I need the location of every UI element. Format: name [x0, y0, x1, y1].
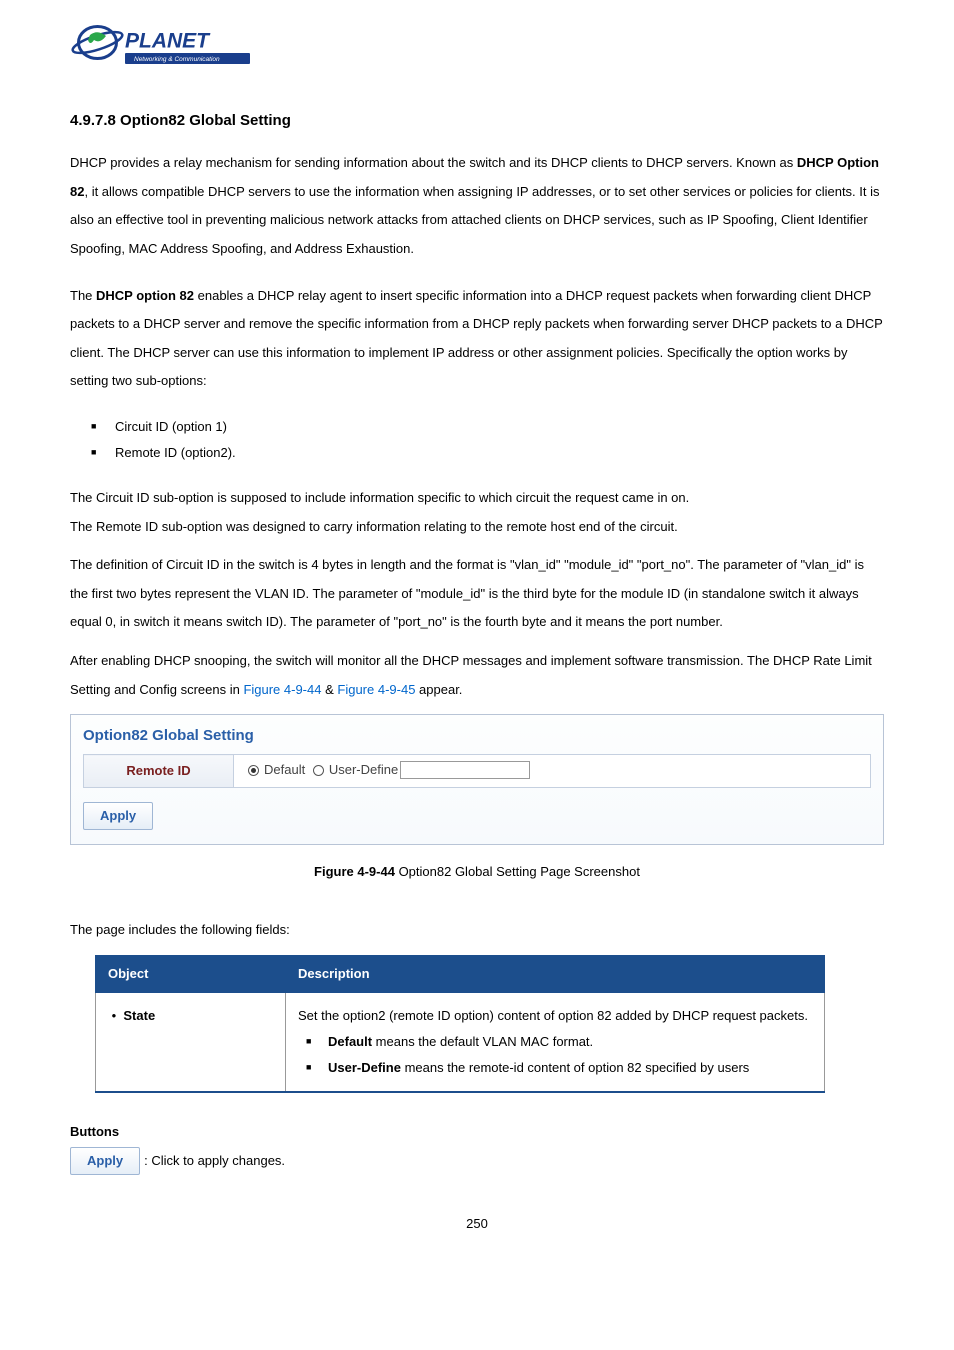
description-table: Object Description • State Set the optio… — [95, 955, 825, 1092]
figure-link-1[interactable]: Figure 4-9-44 — [243, 682, 321, 697]
brand-logo: PLANET Networking & Communication — [70, 20, 884, 80]
section-number: 4.9.7.8 — [70, 112, 116, 129]
remote-id-value-cell: Default User-Define — [234, 755, 871, 788]
panel-title: Option82 Global Setting — [83, 725, 871, 746]
user-define-input[interactable] — [400, 761, 530, 779]
apply-button[interactable]: Apply — [83, 802, 153, 830]
sub-option-list: Circuit ID (option 1) Remote ID (option2… — [70, 414, 884, 466]
page-number: 250 — [70, 1215, 884, 1233]
radio-user-define[interactable] — [313, 765, 324, 776]
buttons-heading: Buttons — [70, 1123, 884, 1141]
apply-button-description: : Click to apply changes. — [144, 1152, 285, 1170]
svg-text:PLANET: PLANET — [125, 30, 211, 53]
fields-intro: The page includes the following fields: — [70, 921, 884, 939]
object-cell: • State — [96, 992, 286, 1092]
list-item: Circuit ID (option 1) — [115, 414, 884, 440]
buttons-row: Apply : Click to apply changes. — [70, 1147, 884, 1175]
planet-logo-icon: PLANET Networking & Communication — [70, 20, 260, 75]
intro-paragraph-1: DHCP provides a relay mechanism for send… — [70, 149, 884, 263]
option82-panel: Option82 Global Setting Remote ID Defaul… — [70, 714, 884, 845]
remote-id-paragraph: The Remote ID sub-option was designed to… — [70, 513, 884, 542]
section-title-text: Option82 Global Setting — [120, 112, 291, 129]
apply-button-sample[interactable]: Apply — [70, 1147, 140, 1175]
description-cell: Set the option2 (remote ID option) conte… — [286, 992, 825, 1092]
section-heading: 4.9.7.8 Option82 Global Setting — [70, 110, 884, 131]
radio-default-label: Default — [264, 761, 305, 779]
remote-id-label: Remote ID — [84, 755, 234, 788]
snooping-paragraph: After enabling DHCP snooping, the switch… — [70, 647, 884, 704]
radio-userdef-label: User-Define — [329, 761, 398, 779]
radio-default[interactable] — [248, 765, 259, 776]
circuit-id-paragraph: The Circuit ID sub-option is supposed to… — [70, 484, 884, 513]
col-header-object: Object — [96, 956, 286, 992]
intro-paragraph-2: The DHCP option 82 enables a DHCP relay … — [70, 282, 884, 396]
svg-text:Networking & Communication: Networking & Communication — [134, 56, 220, 63]
list-item: Remote ID (option2). — [115, 440, 884, 466]
panel-table: Remote ID Default User-Define — [83, 754, 871, 788]
col-header-description: Description — [286, 956, 825, 992]
figure-caption: Figure 4-9-44 Option82 Global Setting Pa… — [70, 863, 884, 881]
circuit-definition-paragraph: The definition of Circuit ID in the swit… — [70, 551, 884, 637]
figure-link-2[interactable]: Figure 4-9-45 — [337, 682, 415, 697]
